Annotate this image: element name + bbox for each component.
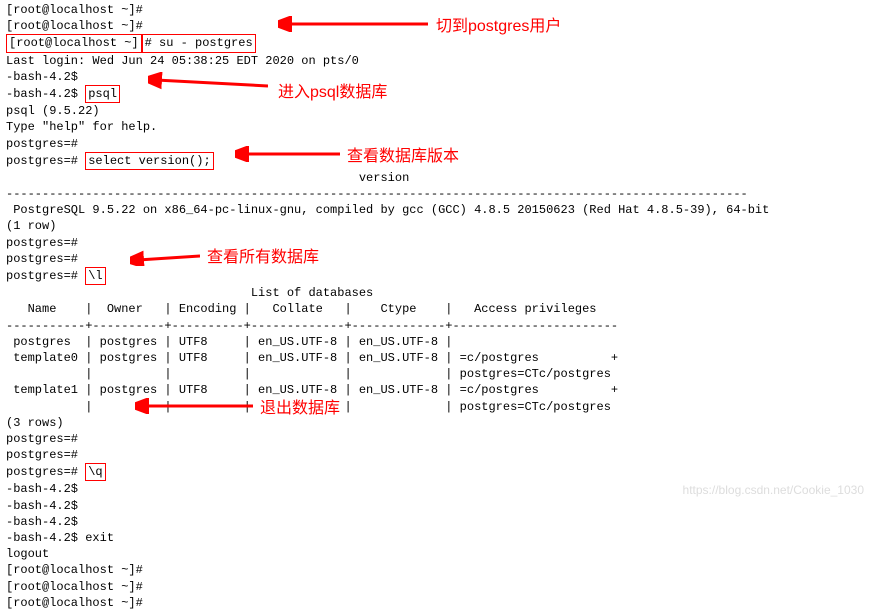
annotation-su-postgres: 切到postgres用户 xyxy=(436,12,561,36)
terminal-line: template1 | postgres | UTF8 | en_US.UTF-… xyxy=(6,382,872,398)
terminal-line: PostgreSQL 9.5.22 on x86_64-pc-linux-gnu… xyxy=(6,202,872,218)
terminal-line: -bash-4.2$ xyxy=(6,69,872,85)
terminal-line: Type "help" for help. xyxy=(6,119,872,135)
terminal-line: psql (9.5.22) xyxy=(6,103,872,119)
cmd-su-postgres: [root@localhost ~] xyxy=(6,34,142,52)
terminal-line: (3 rows) xyxy=(6,415,872,431)
terminal-line: Last login: Wed Jun 24 05:38:25 EDT 2020… xyxy=(6,53,872,69)
terminal-line: ----------------------------------------… xyxy=(6,186,872,202)
terminal-line: -bash-4.2$ xyxy=(6,514,872,530)
cmd-quit: \q xyxy=(85,463,105,481)
cmd-su-postgres-text: # su - postgres xyxy=(142,34,256,52)
cmd-list-db: \l xyxy=(85,267,105,285)
terminal-line: logout xyxy=(6,546,872,562)
cmd-select-version: select version(); xyxy=(85,152,213,170)
terminal-line: postgres=# xyxy=(6,251,872,267)
terminal-line: [root@localhost ~]# xyxy=(6,595,872,611)
terminal-line: postgres=# \l xyxy=(6,267,872,285)
terminal-line: (1 row) xyxy=(6,218,872,234)
terminal-line: -bash-4.2$ psql xyxy=(6,85,872,103)
annotation-quit: 退出数据库 xyxy=(260,394,340,418)
watermark: https://blog.csdn.net/Cookie_1030 xyxy=(683,483,864,497)
terminal-line: Name | Owner | Encoding | Collate | Ctyp… xyxy=(6,301,872,317)
annotation-version: 查看数据库版本 xyxy=(347,142,459,166)
terminal-line: [root@localhost ~]# xyxy=(6,579,872,595)
terminal-line: List of databases xyxy=(6,285,872,301)
terminal-line: -----------+----------+----------+------… xyxy=(6,318,872,334)
cmd-psql: psql xyxy=(85,85,120,103)
terminal-line: -bash-4.2$ exit xyxy=(6,530,872,546)
terminal-line: version xyxy=(6,170,872,186)
annotation-psql: 进入psql数据库 xyxy=(278,78,387,102)
terminal-line: [root@localhost ~]# su - postgres xyxy=(6,34,872,52)
terminal-line: | | | | | postgres=CTc/postgres xyxy=(6,399,872,415)
terminal-line: postgres=# \q xyxy=(6,463,872,481)
terminal-line: [root@localhost ~]# xyxy=(6,562,872,578)
annotation-list-db: 查看所有数据库 xyxy=(207,243,319,267)
terminal-line: postgres=# xyxy=(6,447,872,463)
terminal-line: postgres | postgres | UTF8 | en_US.UTF-8… xyxy=(6,334,872,350)
terminal-line: -bash-4.2$ xyxy=(6,498,872,514)
terminal-line: template0 | postgres | UTF8 | en_US.UTF-… xyxy=(6,350,872,366)
terminal-line: postgres=# xyxy=(6,431,872,447)
terminal-line: | | | | | postgres=CTc/postgres xyxy=(6,366,872,382)
terminal-line: postgres=# xyxy=(6,235,872,251)
